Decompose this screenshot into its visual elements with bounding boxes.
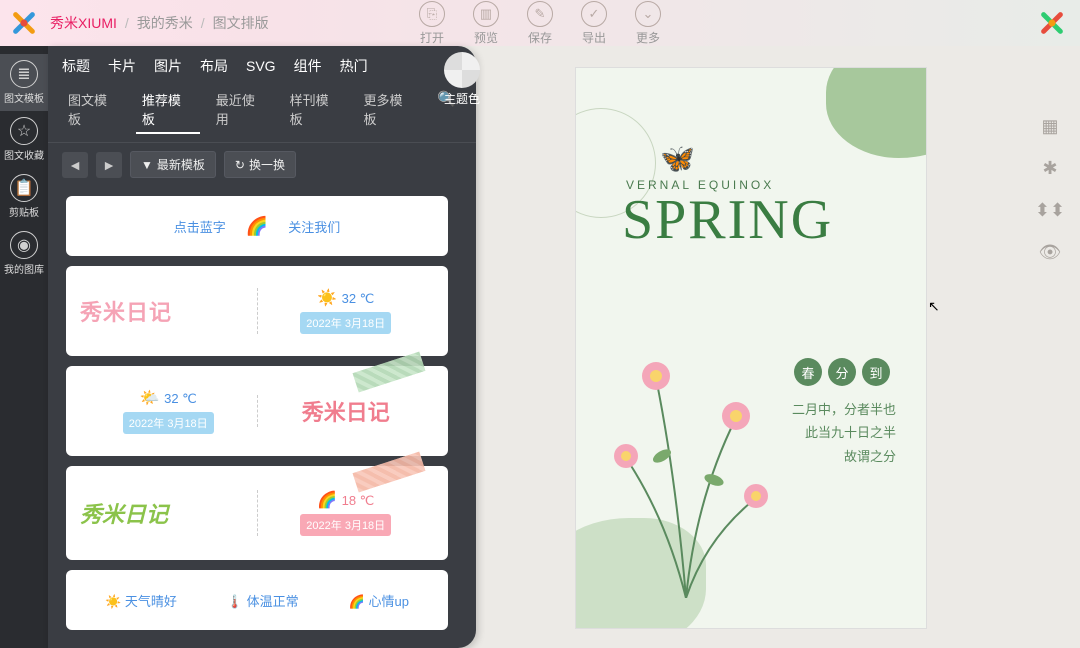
- shuffle-button[interactable]: ↻换一换: [224, 151, 296, 178]
- template-card[interactable]: ☀️ 天气晴好 🌡️ 体温正常 🌈 心情up: [66, 570, 448, 630]
- temperature-value: 32 ℃: [164, 391, 197, 406]
- rail-clipboard[interactable]: 📋剪贴板: [0, 168, 48, 225]
- refresh-icon: ↻: [235, 158, 245, 172]
- template-card[interactable]: 点击蓝字 🌈 关注我们: [66, 196, 448, 256]
- rainbow-icon: 🌈: [349, 594, 365, 609]
- export-icon: ✓: [581, 1, 607, 27]
- checker-icon: [444, 52, 480, 88]
- subtab-recent[interactable]: 最近使用: [210, 86, 274, 134]
- canvas-area[interactable]: ↖ 🦋 VERNAL EQUINOX SPRING 春 分 到 二月中，分者半也…: [476, 46, 1080, 648]
- filter-icon: ▼: [141, 158, 153, 172]
- grid-view-icon[interactable]: ▦: [1040, 116, 1060, 136]
- tab-card[interactable]: 卡片: [108, 56, 136, 76]
- subtab-sample[interactable]: 样刊模板: [284, 86, 348, 134]
- template-panel: 标题 卡片 图片 布局 SVG 组件 热门 主题色 图文模板 推荐模板 最近使用…: [48, 46, 476, 648]
- tab-layout[interactable]: 布局: [200, 56, 228, 76]
- app-header: 秀米XIUMI / 我的秀米 / 图文排版 ⎘打开 ▥预览 ✎保存 ✓导出 ⌄更…: [0, 0, 1080, 46]
- template-list[interactable]: 点击蓝字 🌈 关注我们 秀米日记 ☀️ 32 ℃ 2022年 3月18日 🌤️ …: [66, 196, 448, 642]
- favorites-icon: ☆: [10, 117, 38, 145]
- template-card[interactable]: 秀米日记 🌈 18 ℃ 2022年 3月18日: [66, 466, 448, 560]
- logo-icon: [6, 5, 42, 41]
- card-text: 关注我们: [288, 217, 340, 236]
- breadcrumb-workspace[interactable]: 我的秀米: [137, 13, 193, 33]
- card-title: 秀米日记: [257, 395, 435, 427]
- more-button[interactable]: ⌄更多: [635, 1, 661, 46]
- panel-type-tabs: 标题 卡片 图片 布局 SVG 组件 热门 主题色: [48, 46, 476, 82]
- sun-icon: ☀️: [317, 290, 337, 307]
- more-icon: ⌄: [635, 1, 661, 27]
- open-icon: ⎘: [419, 1, 445, 27]
- nav-prev-button[interactable]: ◄: [62, 152, 88, 178]
- latest-templates-button[interactable]: ▼最新模板: [130, 151, 216, 178]
- cursor-icon: ↖: [928, 298, 940, 315]
- export-button[interactable]: ✓导出: [581, 1, 607, 46]
- header-actions: ⎘打开 ▥预览 ✎保存 ✓导出 ⌄更多: [419, 1, 661, 46]
- canvas-title: SPRING: [622, 188, 833, 252]
- breadcrumb-page: 图文排版: [213, 13, 269, 33]
- canvas-badge: 春 分 到: [794, 358, 890, 386]
- tab-image[interactable]: 图片: [154, 56, 182, 76]
- rainbow-icon: 🌈: [246, 216, 268, 237]
- panel-toolbar: ◄ ► ▼最新模板 ↻换一换: [48, 143, 476, 186]
- tab-svg[interactable]: SVG: [246, 58, 276, 74]
- date-badge: 2022年 3月18日: [123, 412, 214, 434]
- panel-subtabs: 图文模板 推荐模板 最近使用 样刊模板 更多模板 🔍: [48, 82, 476, 143]
- save-icon: ✎: [527, 1, 553, 27]
- flower-illustration: [596, 298, 776, 598]
- templates-icon: ≣: [10, 60, 38, 88]
- open-button[interactable]: ⎘打开: [419, 1, 445, 46]
- settings-gear-icon[interactable]: ✱: [1040, 158, 1060, 178]
- rail-templates[interactable]: ≣图文模板: [0, 54, 48, 111]
- left-rail: ≣图文模板 ☆图文收藏 📋剪贴板 ◉我的图库: [0, 46, 48, 648]
- document-canvas[interactable]: 🦋 VERNAL EQUINOX SPRING 春 分 到 二月中，分者半也 此…: [576, 68, 926, 628]
- tape-decoration: [353, 352, 426, 393]
- sun-icon: ☀️: [105, 594, 121, 609]
- breadcrumb-brand[interactable]: 秀米XIUMI: [50, 13, 117, 33]
- rainbow-icon: 🌈: [317, 492, 337, 509]
- logo-icon-right: [1034, 5, 1070, 41]
- tape-decoration: [353, 452, 426, 493]
- subtab-all-templates[interactable]: 图文模板: [62, 86, 126, 134]
- preview-button[interactable]: ▥预览: [473, 1, 499, 46]
- temperature-value: 32 ℃: [342, 291, 375, 306]
- breadcrumb: 秀米XIUMI / 我的秀米 / 图文排版: [50, 13, 269, 33]
- theme-color-button[interactable]: 主题色: [444, 52, 480, 107]
- rail-favorites[interactable]: ☆图文收藏: [0, 111, 48, 168]
- nav-next-button[interactable]: ►: [96, 152, 122, 178]
- clipboard-icon: 📋: [10, 174, 38, 202]
- template-card[interactable]: 🌤️ 32 ℃ 2022年 3月18日 秀米日记: [66, 366, 448, 456]
- date-badge: 2022年 3月18日: [300, 514, 391, 536]
- preview-eye-icon[interactable]: 👁: [1040, 242, 1060, 262]
- preview-icon: ▥: [473, 1, 499, 27]
- card-title: 秀米日记: [80, 497, 257, 529]
- canvas-poem: 二月中，分者半也 此当九十日之半 故谓之分: [792, 398, 896, 468]
- date-badge: 2022年 3月18日: [300, 312, 391, 334]
- tab-component[interactable]: 组件: [294, 56, 322, 76]
- tab-hot[interactable]: 热门: [340, 56, 368, 76]
- rail-gallery[interactable]: ◉我的图库: [0, 225, 48, 282]
- template-card[interactable]: 秀米日记 ☀️ 32 ℃ 2022年 3月18日: [66, 266, 448, 356]
- canvas-tools: ▦ ✱ ⬍⬍ 👁: [1040, 116, 1060, 262]
- blob-decoration: [826, 68, 926, 158]
- thermometer-icon: 🌡️: [227, 594, 243, 609]
- temperature-value: 18 ℃: [342, 493, 375, 508]
- subtab-more[interactable]: 更多模板: [357, 86, 421, 134]
- cloud-icon: 🌤️: [140, 390, 160, 407]
- tab-title[interactable]: 标题: [62, 56, 90, 76]
- card-text: 点击蓝字: [174, 217, 226, 236]
- stats-icon[interactable]: ⬍⬍: [1040, 200, 1060, 220]
- card-title: 秀米日记: [80, 295, 257, 327]
- gallery-icon: ◉: [10, 231, 38, 259]
- save-button[interactable]: ✎保存: [527, 1, 553, 46]
- subtab-recommended[interactable]: 推荐模板: [136, 86, 200, 134]
- butterfly-icon: 🦋: [660, 142, 695, 175]
